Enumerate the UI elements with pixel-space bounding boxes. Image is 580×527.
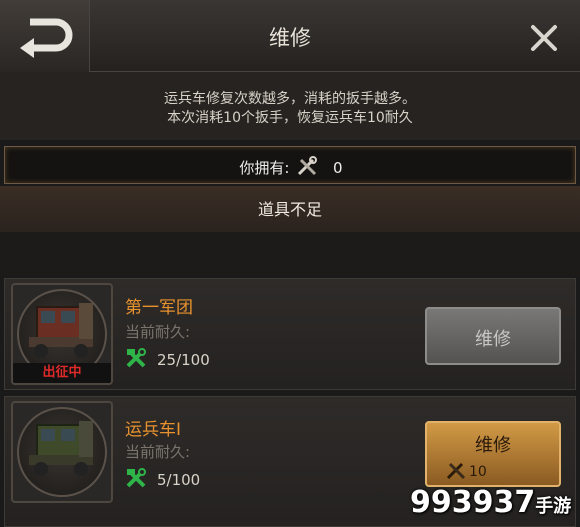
repair-tools-icon [126,348,146,368]
durability-value: 25/100 [125,347,210,369]
durability-label: 当前耐久: [125,323,191,341]
truck-icon [29,421,93,476]
unit-name: 运兵车I [125,420,182,440]
divider [0,232,580,276]
inventory-label: 你拥有: [239,159,290,177]
site-watermark: 993937手游 [410,478,580,527]
watermark-suffix: 手游 [535,496,572,517]
shortage-warning: 道具不足 [0,186,580,232]
repair-tools-icon [126,468,146,488]
inventory-count: 0 [333,159,343,177]
watermark-number: 993937 [410,485,536,520]
close-icon[interactable] [526,20,562,56]
info-line-1: 运兵车修复次数越多，消耗的扳手越多。 [164,91,416,107]
unit-name: 第一军团 [125,298,193,318]
durability-label: 当前耐久: [125,443,191,461]
info-line-2: 本次消耗10个扳手，恢复运兵车10耐久 [167,110,413,126]
title-bar: 维修 [0,0,580,72]
status-badge: 出征中 [13,363,111,383]
durability-value: 5/100 [125,467,200,489]
inventory-box: 你拥有: 0 [4,146,576,184]
unit-card: 出征中 第一军团 当前耐久: 25/100 维修 [4,278,576,390]
page-title: 维修 [269,26,311,50]
repair-button-disabled[interactable]: 维修 [425,307,561,365]
unit-portrait: 出征中 [11,283,113,385]
durability-text: 25/100 [157,351,210,369]
unit-portrait [11,401,113,503]
truck-icon [29,303,93,358]
wrench-icon [298,156,318,176]
durability-text: 5/100 [157,471,201,489]
repair-button-label: 维修 [475,435,511,456]
repair-info: 运兵车修复次数越多，消耗的扳手越多。 本次消耗10个扳手，恢复运兵车10耐久 [0,72,580,140]
